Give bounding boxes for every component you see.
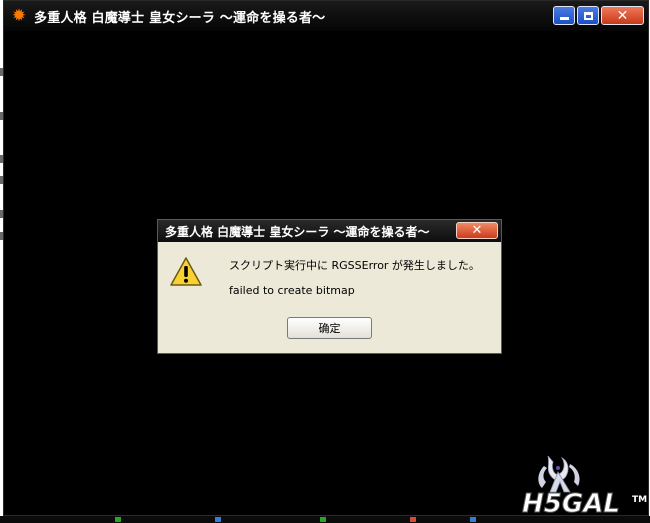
maximize-button[interactable] xyxy=(577,6,599,25)
app-icon[interactable]: ✹ xyxy=(10,7,28,25)
minimize-icon xyxy=(559,17,569,20)
taskbar-strip xyxy=(0,516,650,523)
watermark-tm: TM xyxy=(632,495,647,505)
dialog-title: 多重人格 白魔導士 皇女シーラ ～運命を操る者～ xyxy=(165,224,430,239)
watermark-text: H5GAL xyxy=(522,489,620,518)
taskbar-icon[interactable] xyxy=(215,517,221,522)
error-message: スクリプト実行中に RGSSError が発生しました。 xyxy=(229,259,480,272)
ok-button[interactable]: 确定 xyxy=(287,317,372,339)
error-detail: failed to create bitmap xyxy=(229,284,355,297)
window-title: 多重人格 白魔導士 皇女シーラ ～運命を操る者～ xyxy=(34,10,326,26)
window-titlebar[interactable]: ✹ 多重人格 白魔導士 皇女シーラ ～運命を操る者～ ✕ xyxy=(4,1,648,31)
error-dialog: 多重人格 白魔導士 皇女シーラ ～運命を操る者～ ✕ スクリプト実行中に RGS… xyxy=(157,219,502,354)
taskbar-icon[interactable] xyxy=(320,517,326,522)
window-controls: ✕ xyxy=(553,6,644,25)
warning-icon xyxy=(170,257,202,286)
taskbar-icon[interactable] xyxy=(410,517,416,522)
dialog-titlebar[interactable]: 多重人格 白魔導士 皇女シーラ ～運命を操る者～ ✕ xyxy=(158,220,501,242)
maximize-icon xyxy=(583,11,593,20)
taskbar-icon[interactable] xyxy=(115,517,121,522)
dialog-close-button[interactable]: ✕ xyxy=(456,222,498,239)
close-icon: ✕ xyxy=(471,223,483,238)
h5gal-watermark-logo: H5GAL TM xyxy=(522,455,647,518)
minimize-button[interactable] xyxy=(553,6,575,25)
close-icon: ✕ xyxy=(616,7,629,24)
close-button[interactable]: ✕ xyxy=(601,6,644,25)
taskbar-icon[interactable] xyxy=(470,517,476,522)
